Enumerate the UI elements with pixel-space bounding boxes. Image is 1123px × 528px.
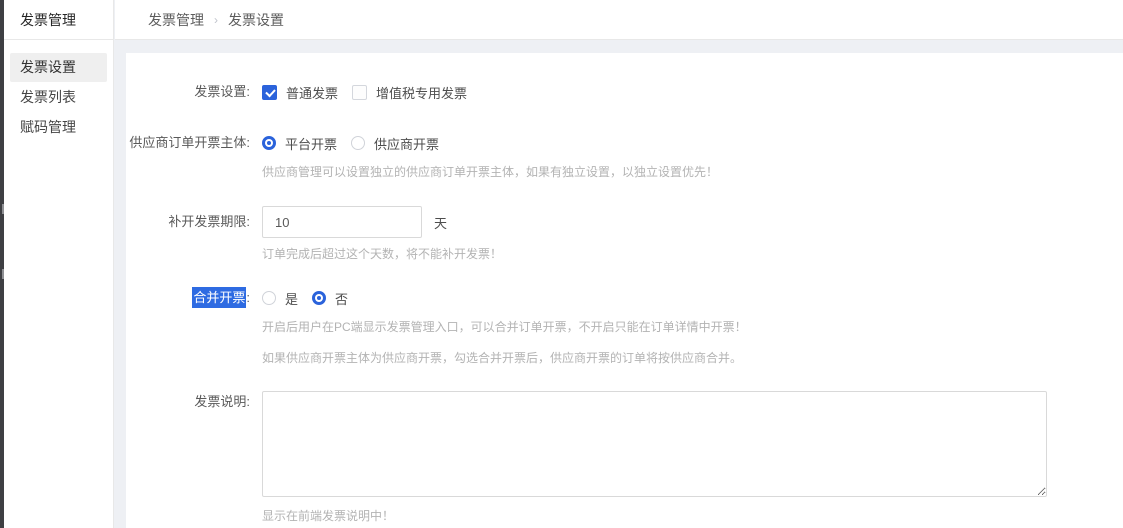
supplier-subject-label: 供应商订单开票主体: [126,132,250,154]
sidebar-menu: 发票设置 发票列表 赋码管理 [4,40,113,142]
reissue-days-help: 订单完成后超过这个天数，将不能补开发票！ [262,245,502,263]
radio-option-merge-yes[interactable]: 是 [262,289,298,308]
reissue-days-label: 补开发票期限: [126,206,250,238]
checkbox-label: 普通发票 [286,83,338,102]
invoice-note-textarea[interactable] [262,391,1047,497]
edge-notch [2,269,4,279]
checkbox-icon[interactable] [352,85,367,100]
breadcrumb-item-invoice-settings: 发票设置 [228,10,284,30]
breadcrumb-item-invoice-management[interactable]: 发票管理 [148,10,204,30]
radio-icon[interactable] [262,136,276,150]
reissue-days-input[interactable] [262,206,422,238]
sidebar-item-invoice-list[interactable]: 发票列表 [10,83,107,112]
merge-invoice-help-1: 开启后用户在PC端显示发票管理入口，可以合并订单开票，不开启只能在订单详情中开票… [262,318,747,336]
invoice-types-row: 发票设置: 普通发票 增值税专用发票 [126,81,1123,103]
radio-option-supplier-invoicing[interactable]: 供应商开票 [351,134,439,153]
edge-notch [2,204,4,214]
radio-option-merge-no[interactable]: 否 [312,289,348,308]
chevron-right-icon: › [214,13,218,27]
merge-invoice-help-2: 如果供应商开票主体为供应商开票，勾选合并开票后，供应商开票的订单将按供应商合并。 [262,349,747,367]
supplier-subject-help: 供应商管理可以设置独立的供应商订单开票主体，如果有独立设置，以独立设置优先！ [262,163,718,181]
invoice-note-label: 发票说明: [126,391,250,413]
merge-invoice-row: 合并开票: 是 否 开启后用户在PC端显示发票管理入口，可以合并订单开票，不开启… [126,287,1123,367]
invoice-note-help: 显示在前端发票说明中！ [262,507,1047,525]
radio-icon[interactable] [312,291,326,305]
radio-icon[interactable] [262,291,276,305]
checkbox-label: 增值税专用发票 [376,83,467,102]
breadcrumb: 发票管理 › 发票设置 [115,0,1123,40]
sidebar-title: 发票管理 [4,0,113,40]
selected-text-highlight: 合并开票 [192,287,246,308]
settings-card: 发票设置: 普通发票 增值税专用发票 供应商订单开票主体: 平台开票 [126,53,1123,528]
sidebar-item-code-management[interactable]: 赋码管理 [10,113,107,142]
radio-label: 平台开票 [285,134,337,153]
sidebar-item-invoice-settings[interactable]: 发票设置 [10,53,107,82]
invoice-note-row: 发票说明: 显示在前端发票说明中！ [126,391,1123,525]
merge-invoice-label: 合并开票: [126,287,250,309]
radio-label: 是 [285,289,298,308]
checkbox-option-vat-invoice[interactable]: 增值税专用发票 [352,83,467,102]
collapsed-edge-strip [0,0,4,528]
sidebar: 发票管理 发票设置 发票列表 赋码管理 [4,0,114,528]
invoice-types-label: 发票设置: [126,81,250,103]
reissue-days-unit: 天 [434,213,447,232]
radio-label: 供应商开票 [374,134,439,153]
radio-label: 否 [335,289,348,308]
checkbox-option-ordinary-invoice[interactable]: 普通发票 [262,83,338,102]
radio-icon[interactable] [351,136,365,150]
checkbox-icon[interactable] [262,85,277,100]
radio-option-platform-invoicing[interactable]: 平台开票 [262,134,337,153]
supplier-subject-row: 供应商订单开票主体: 平台开票 供应商开票 供应商管理可以设置独立的供应商订单开… [126,132,1123,181]
reissue-days-row: 补开发票期限: 天 订单完成后超过这个天数，将不能补开发票！ [126,206,1123,263]
